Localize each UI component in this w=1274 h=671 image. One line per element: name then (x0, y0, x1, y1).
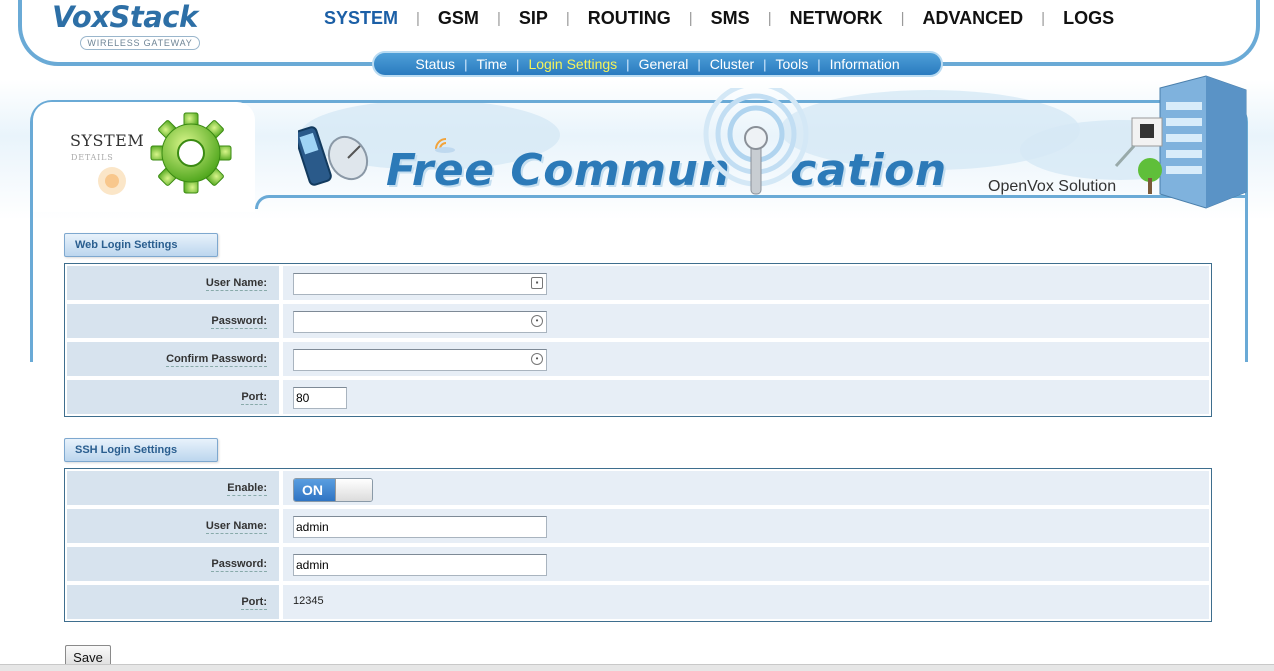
label-text: Password: (211, 315, 267, 329)
subnav-separator: | (464, 56, 468, 72)
subnav-tools[interactable]: Tools (776, 56, 809, 72)
ssh-password-input[interactable]: admin (293, 554, 547, 576)
value-cell: 80 (283, 380, 1209, 414)
value-cell: • (283, 342, 1209, 376)
form-row: Port: 12345 (67, 585, 1209, 619)
nav-sip[interactable]: SIP (519, 8, 548, 29)
ssh-password-label: Password: (67, 547, 279, 581)
key-icon: • (531, 315, 543, 327)
subnav-login-settings[interactable]: Login Settings (528, 56, 617, 72)
contact-card-icon: ▪ (531, 277, 543, 289)
nav-system[interactable]: SYSTEM (324, 8, 398, 29)
form-row: Confirm Password: • (67, 342, 1209, 376)
antenna-icon (703, 88, 809, 195)
subnav-separator: | (697, 56, 701, 72)
glow-icon (98, 167, 126, 195)
web-password-label: Password: (67, 304, 279, 338)
form-row: Enable: ON (67, 471, 1209, 505)
logo-title: VoxStack (52, 0, 198, 34)
system-section-label: SYSTEM (70, 131, 145, 150)
nav-separator: | (565, 10, 570, 27)
building-icon (1114, 75, 1247, 209)
label-text: User Name: (205, 277, 267, 291)
nav-separator: | (1041, 10, 1046, 27)
nav-separator: | (900, 10, 905, 27)
nav-separator: | (416, 10, 420, 27)
brand-text: OpenVox Solution (988, 178, 1117, 195)
value-cell: ▪ (283, 266, 1209, 300)
subnav-cluster[interactable]: Cluster (710, 56, 754, 72)
ssh-login-settings-title: SSH Login Settings (64, 438, 218, 462)
label-text: User Name: (205, 520, 267, 534)
ssh-user-name-input[interactable]: admin (293, 516, 547, 538)
sub-navigation: Status | Time | Login Settings | General… (372, 51, 943, 77)
toggle-on-label: ON (294, 479, 335, 501)
nav-network[interactable]: NETWORK (790, 8, 883, 29)
value-cell: 12345 (283, 585, 1209, 619)
ssh-enable-toggle[interactable]: ON (293, 478, 373, 502)
subnav-general[interactable]: General (639, 56, 689, 72)
top-navigation: SYSTEM | GSM | SIP | ROUTING | SMS | NET… (324, 8, 1114, 29)
web-login-form: User Name: ▪ Password: • Confirm Passwor… (64, 263, 1212, 417)
web-password-input[interactable] (293, 311, 547, 333)
toggle-knob (335, 479, 372, 501)
label-text: Enable: (227, 482, 267, 496)
ssh-user-name-label: User Name: (67, 509, 279, 543)
value-cell: admin (283, 547, 1209, 581)
subnav-time[interactable]: Time (476, 56, 507, 72)
subnav-separator: | (763, 56, 767, 72)
form-row: User Name: ▪ (67, 266, 1209, 300)
nav-gsm[interactable]: GSM (438, 8, 479, 29)
value-cell: admin (283, 509, 1209, 543)
label-text: Password: (211, 558, 267, 572)
system-section-sublabel: DETAILS (71, 153, 114, 162)
nav-advanced[interactable]: ADVANCED (923, 8, 1024, 29)
key-icon: • (531, 353, 543, 365)
web-user-name-input[interactable] (293, 273, 547, 295)
logo-subtitle: WIRELESS GATEWAY (80, 36, 200, 50)
nav-sms[interactable]: SMS (711, 8, 750, 29)
phone-icon (298, 126, 369, 186)
banner-headline: Free Commun cation (386, 145, 947, 196)
horizontal-scrollbar[interactable] (0, 664, 1274, 671)
ssh-enable-label: Enable: (67, 471, 279, 505)
web-port-label: Port: (67, 380, 279, 414)
banner-headline-right: cation (790, 145, 947, 196)
logo[interactable]: VoxStack WIRELESS GATEWAY (52, 0, 200, 50)
nav-separator: | (688, 10, 693, 27)
web-port-input[interactable]: 80 (293, 387, 347, 409)
gear-icon (150, 112, 232, 194)
form-row: Port: 80 (67, 380, 1209, 414)
value-cell: • (283, 304, 1209, 338)
nav-logs[interactable]: LOGS (1063, 8, 1114, 29)
web-login-settings-title: Web Login Settings (64, 233, 218, 257)
subnav-separator: | (817, 56, 821, 72)
banner-headline-left: Free Commun (386, 145, 731, 196)
page: VoxStack WIRELESS GATEWAY SYSTEM | GSM |… (0, 0, 1274, 671)
ssh-login-form: Enable: ON User Name: admin Password: ad… (64, 468, 1212, 622)
nav-separator: | (496, 10, 501, 27)
value-cell: ON (283, 471, 1209, 505)
form-row: User Name: admin (67, 509, 1209, 543)
ssh-port-label: Port: (67, 585, 279, 619)
nav-routing[interactable]: ROUTING (588, 8, 671, 29)
subnav-status[interactable]: Status (415, 56, 455, 72)
subnav-information[interactable]: Information (830, 56, 900, 72)
nav-separator: | (767, 10, 772, 27)
web-user-name-label: User Name: (67, 266, 279, 300)
form-row: Password: • (67, 304, 1209, 338)
form-row: Password: admin (67, 547, 1209, 581)
label-text: Port: (241, 391, 267, 405)
label-text: Port: (241, 596, 267, 610)
subnav-separator: | (626, 56, 630, 72)
web-confirm-password-label: Confirm Password: (67, 342, 279, 376)
label-text: Confirm Password: (166, 353, 267, 367)
web-confirm-password-input[interactable] (293, 349, 547, 371)
ssh-port-value: 12345 (293, 595, 324, 607)
subnav-separator: | (516, 56, 520, 72)
